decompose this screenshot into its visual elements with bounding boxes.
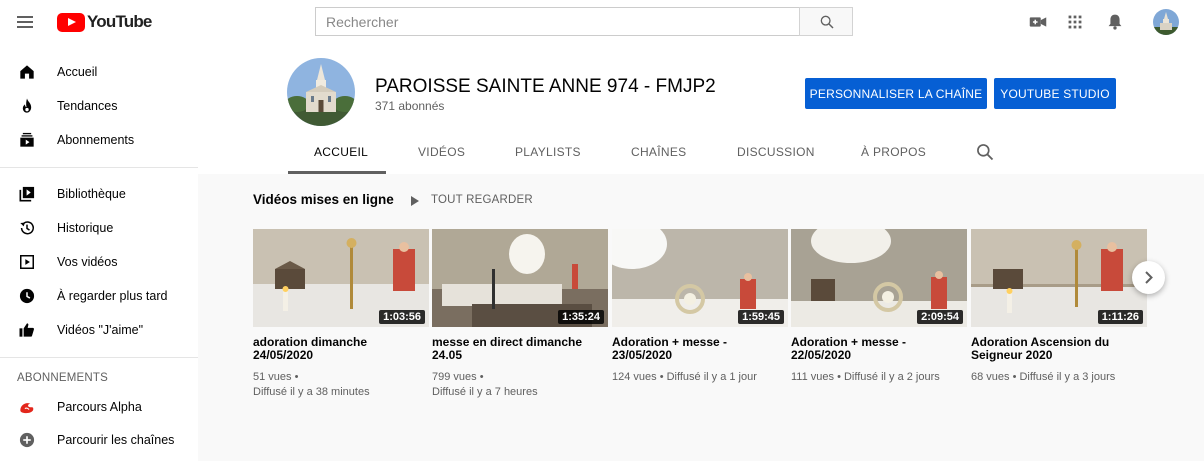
channel-search-icon[interactable] [975, 142, 995, 162]
video-metadata: 111 vues • Diffusé il y a 2 jours [791, 370, 967, 385]
logo-text: YouTube [87, 12, 152, 31]
top-bar: YouTube [0, 0, 1204, 44]
sidebar-item-label: Vos vidéos [57, 255, 118, 269]
sidebar-item-label: Parcours Alpha [57, 400, 142, 414]
home-icon [20, 65, 34, 79]
video-views: 799 vues • [432, 371, 484, 383]
sidebar-item-vos-videos[interactable]: Vos vidéos [0, 245, 198, 279]
flame-icon [22, 98, 32, 113]
bell-icon[interactable] [1104, 11, 1126, 33]
video-camera-icon[interactable] [1027, 11, 1049, 33]
video-duration: 2:09:54 [917, 310, 963, 324]
your-videos-icon [20, 255, 34, 269]
sidebar-item-parcours-alpha[interactable]: Parcours Alpha [0, 390, 198, 424]
thumbs-up-icon [19, 323, 34, 337]
sidebar-item-a-regarder-plus-tard[interactable]: À regarder plus tard [0, 279, 198, 313]
video-metadata: 68 vues • Diffusé il y a 3 jours [971, 370, 1147, 385]
video-thumbnail[interactable]: 2:09:54 [791, 229, 967, 327]
video-title[interactable]: Adoration + messe - 22/05/2020 [791, 336, 967, 362]
sidebar: Accueil Tendances Abonnements Bibliothèq… [0, 44, 198, 461]
customize-channel-button[interactable]: PERSONNALISER LA CHAÎNE [805, 78, 987, 109]
apps-grid-icon[interactable] [1064, 11, 1086, 33]
divider [0, 167, 198, 168]
sidebar-item-label: Accueil [57, 65, 98, 79]
video-card[interactable]: 1:59:45 Adoration + messe - 23/05/2020 1… [612, 229, 788, 383]
shelf-next-button[interactable] [1132, 261, 1165, 294]
tab-videos[interactable]: VIDÉOS [418, 145, 465, 159]
video-duration: 1:59:45 [738, 310, 784, 324]
plus-circle-icon [19, 432, 35, 448]
sidebar-item-videos-jaime[interactable]: Vidéos "J'aime" [0, 313, 198, 347]
library-icon [19, 186, 35, 202]
video-card[interactable]: 1:11:26 Adoration Ascension du Seigneur … [971, 229, 1147, 383]
sidebar-item-label: À regarder plus tard [57, 289, 168, 303]
video-title[interactable]: Adoration + messe - 23/05/2020 [612, 336, 788, 362]
sidebar-item-label: Bibliothèque [57, 187, 126, 201]
video-thumbnail[interactable]: 1:35:24 [432, 229, 608, 327]
history-icon [20, 221, 34, 235]
search-input[interactable] [315, 7, 799, 36]
search-bar [315, 7, 853, 36]
menu-icon[interactable] [14, 11, 36, 33]
video-title[interactable]: Adoration Ascension du Seigneur 2020 [971, 336, 1147, 362]
video-title[interactable]: adoration dimanche 24/05/2020 [253, 336, 429, 362]
video-views: 51 vues • [253, 371, 299, 383]
video-metadata: 799 vues • Diffusé il y a 7 heures [432, 370, 608, 400]
sidebar-item-bibliotheque[interactable]: Bibliothèque [0, 177, 198, 211]
video-views: 111 vues • Diffusé il y a 2 jours [791, 371, 940, 383]
sidebar-item-label: Historique [57, 221, 114, 235]
sidebar-item-abonnements[interactable]: Abonnements [0, 123, 198, 157]
video-card[interactable]: 2:09:54 Adoration + messe - 22/05/2020 1… [791, 229, 967, 383]
video-age: Diffusé il y a 38 minutes [253, 386, 370, 398]
sidebar-item-label: Parcourir les chaînes [57, 433, 175, 447]
active-tab-indicator [288, 171, 386, 174]
play-icon [411, 196, 419, 206]
subscriptions-icon [20, 132, 34, 147]
video-thumbnail[interactable]: 1:11:26 [971, 229, 1147, 327]
youtube-play-icon [57, 12, 85, 32]
video-thumbnail[interactable]: 1:03:56 [253, 229, 429, 327]
video-card[interactable]: 1:03:56 adoration dimanche 24/05/2020 51… [253, 229, 429, 398]
channel-avatar[interactable] [287, 58, 355, 126]
video-metadata: 124 vues • Diffusé il y a 1 jour [612, 370, 788, 385]
divider [0, 357, 198, 358]
chevron-right-icon [1145, 271, 1153, 284]
video-duration: 1:03:56 [379, 310, 425, 324]
video-thumbnail[interactable]: 1:59:45 [612, 229, 788, 327]
sidebar-item-accueil[interactable]: Accueil [0, 55, 198, 89]
sidebar-item-tendances[interactable]: Tendances [0, 89, 198, 123]
video-card[interactable]: 1:35:24 messe en direct dimanche 24.05 7… [432, 229, 608, 398]
video-duration: 1:11:26 [1097, 310, 1143, 324]
avatar[interactable] [1153, 9, 1179, 35]
clock-icon [19, 288, 35, 304]
sidebar-item-parcourir-les-chaines[interactable]: Parcourir les chaînes [0, 423, 198, 457]
tab-playlists[interactable]: PLAYLISTS [515, 145, 581, 159]
youtube-logo[interactable]: YouTube [57, 12, 152, 32]
video-views: 68 vues • Diffusé il y a 3 jours [971, 371, 1116, 383]
channel-header: PAROISSE SAINTE ANNE 974 - FMJP2 371 abo… [198, 44, 1204, 174]
sidebar-item-label: Tendances [57, 99, 118, 113]
search-icon [820, 15, 834, 29]
tab-a-propos[interactable]: À PROPOS [861, 145, 926, 159]
video-title[interactable]: messe en direct dimanche 24.05 [432, 336, 608, 362]
alpha-logo-icon [20, 403, 34, 414]
subscriber-count: 371 abonnés [375, 99, 445, 113]
play-all-label: TOUT REGARDER [431, 194, 533, 206]
sidebar-item-label: Abonnements [57, 133, 135, 147]
tab-accueil[interactable]: ACCUEIL [314, 145, 368, 159]
tab-chaines[interactable]: CHAÎNES [631, 145, 686, 159]
video-age: Diffusé il y a 7 heures [432, 386, 538, 398]
subscriptions-section-title: ABONNEMENTS [17, 372, 109, 384]
search-button[interactable] [799, 7, 853, 36]
shelf-title: Vidéos mises en ligne [253, 192, 394, 207]
channel-name: PAROISSE SAINTE ANNE 974 - FMJP2 [375, 76, 716, 97]
video-metadata: 51 vues • Diffusé il y a 38 minutes [253, 370, 429, 400]
sidebar-item-historique[interactable]: Historique [0, 211, 198, 245]
video-views: 124 vues • Diffusé il y a 1 jour [612, 371, 757, 383]
tab-discussion[interactable]: DISCUSSION [737, 145, 815, 159]
sidebar-item-label: Vidéos "J'aime" [57, 323, 144, 337]
video-duration: 1:35:24 [558, 310, 604, 324]
youtube-studio-button[interactable]: YOUTUBE STUDIO [994, 78, 1116, 109]
